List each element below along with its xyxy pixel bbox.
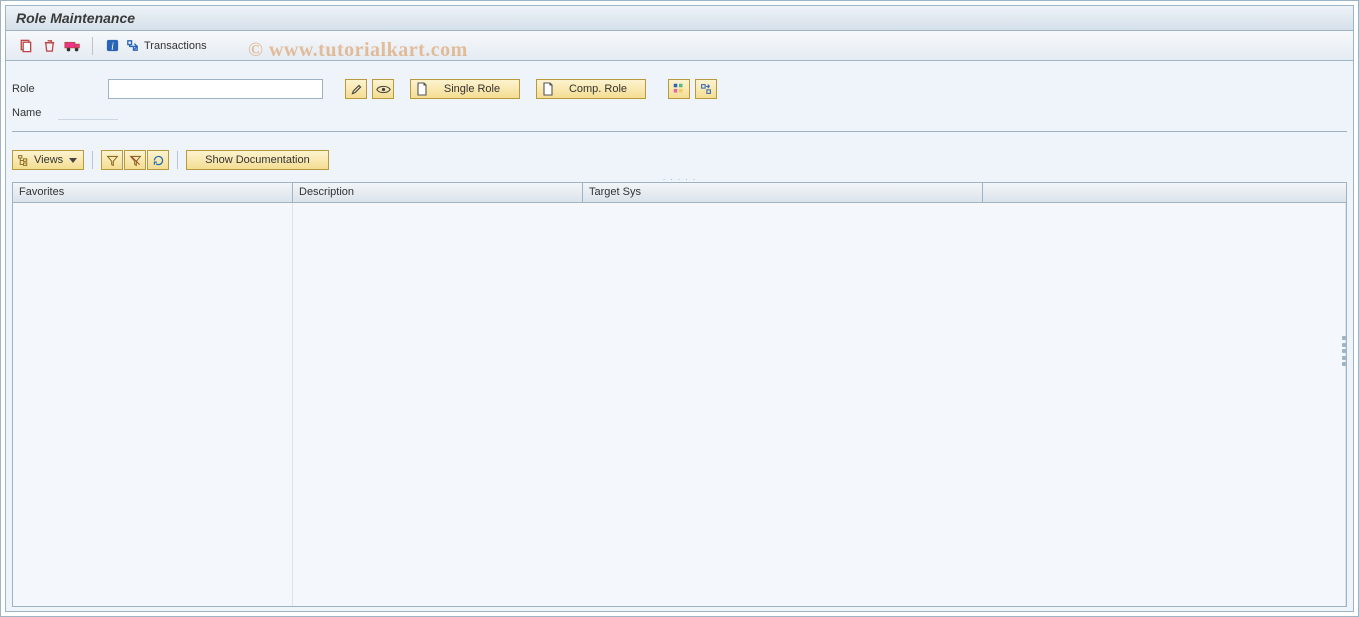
favorites-table: Favorites Description Target Sys [12, 182, 1347, 607]
single-role-button[interactable]: Single Role [410, 79, 520, 99]
views-label: Views [34, 154, 63, 166]
col-target-sys[interactable]: Target Sys [583, 183, 983, 202]
table-toolbar: Views Show Documentation [12, 150, 1347, 170]
app-toolbar: i Transactions [5, 31, 1354, 61]
col-favorites[interactable]: Favorites [13, 183, 293, 202]
table-body [13, 203, 1346, 606]
export-button[interactable] [695, 79, 717, 99]
role-row: Role Single Role [12, 75, 1347, 103]
table-header: Favorites Description Target Sys [13, 183, 1346, 203]
page-icon [541, 82, 555, 96]
transactions-label: Transactions [144, 40, 207, 52]
col-spacer [983, 183, 1346, 202]
comp-role-button[interactable]: Comp. Role [536, 79, 646, 99]
toolbar-separator [92, 151, 93, 169]
table-body-rest [293, 203, 1346, 606]
tree-icon [17, 154, 30, 167]
table-body-favorites [13, 203, 293, 606]
role-label: Role [12, 83, 102, 95]
transport-icon[interactable] [62, 36, 84, 56]
name-value [58, 106, 118, 120]
refresh-button[interactable] [147, 150, 169, 170]
content-area: Role Single Role [5, 61, 1354, 612]
name-label: Name [12, 107, 52, 119]
col-description[interactable]: Description [293, 183, 583, 202]
comp-role-label: Comp. Role [561, 83, 635, 95]
filter-button[interactable] [101, 150, 123, 170]
page-icon [415, 82, 429, 96]
delete-icon[interactable] [38, 36, 60, 56]
single-role-label: Single Role [435, 83, 509, 95]
copy-icon[interactable] [14, 36, 36, 56]
form-divider [12, 131, 1347, 132]
toolbar-separator [177, 151, 178, 169]
title-bar: Role Maintenance [5, 5, 1354, 31]
edit-button[interactable] [345, 79, 367, 99]
role-input[interactable] [108, 79, 323, 99]
show-documentation-button[interactable]: Show Documentation [186, 150, 329, 170]
dropdown-icon [69, 158, 77, 163]
info-icon[interactable]: i [101, 36, 123, 56]
display-button[interactable] [372, 79, 394, 99]
name-row: Name [12, 103, 1347, 123]
transactions-tree-icon[interactable]: Transactions [125, 36, 211, 56]
scrollbar-indicator[interactable] [1340, 336, 1348, 366]
show-documentation-label: Show Documentation [205, 154, 310, 166]
select-button[interactable] [668, 79, 690, 99]
svg-text:i: i [111, 41, 114, 52]
views-button[interactable]: Views [12, 150, 84, 170]
page-title: Role Maintenance [16, 10, 135, 26]
toolbar-separator [92, 37, 93, 55]
clear-filter-button[interactable] [124, 150, 146, 170]
